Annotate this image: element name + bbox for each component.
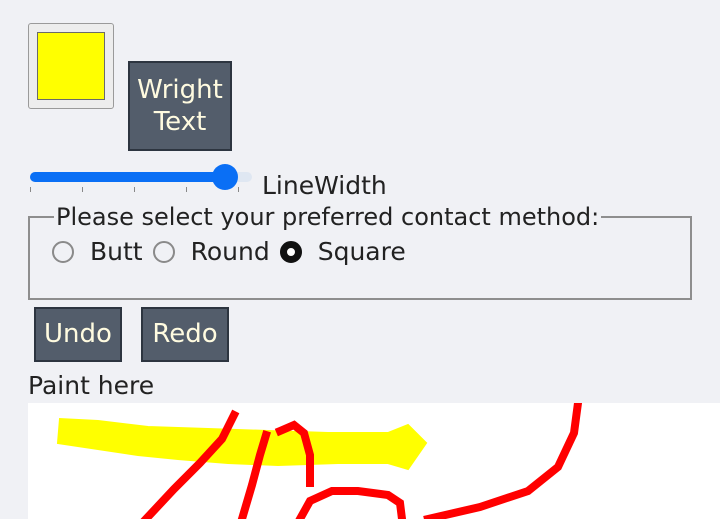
radio-option-round[interactable]: Round bbox=[152, 237, 270, 266]
paint-drawing bbox=[56, 403, 583, 519]
write-text-button[interactable]: Wright Text bbox=[128, 61, 232, 151]
undo-button-label: Undo bbox=[44, 319, 112, 350]
line-width-slider[interactable] bbox=[28, 164, 254, 194]
slider-tick bbox=[82, 187, 83, 192]
paint-canvas[interactable] bbox=[28, 403, 720, 519]
radio-label: Round bbox=[190, 237, 270, 266]
radio-button[interactable] bbox=[152, 240, 175, 263]
radio-option-butt[interactable]: Butt bbox=[52, 237, 143, 266]
redo-button-label: Redo bbox=[152, 319, 218, 350]
radio-label: Square bbox=[317, 237, 406, 266]
slider-tick bbox=[134, 187, 135, 192]
radio-option-square[interactable]: Square bbox=[279, 237, 406, 266]
redo-button[interactable]: Redo bbox=[141, 307, 229, 362]
radio-label: Butt bbox=[90, 237, 143, 266]
radio-group-legend: Please select your preferred contact met… bbox=[56, 203, 600, 231]
red-brush-stroke bbox=[423, 403, 583, 519]
write-text-button-label: Wright Text bbox=[137, 74, 223, 138]
selected-color-swatch bbox=[37, 32, 105, 100]
slider-thumb[interactable] bbox=[212, 164, 239, 190]
yellow-brush-stroke bbox=[56, 417, 428, 471]
red-brush-stroke bbox=[295, 487, 407, 519]
slider-tick bbox=[30, 187, 31, 192]
radio-button[interactable] bbox=[52, 240, 74, 263]
canvas-label: Paint here bbox=[28, 371, 155, 400]
slider-tick bbox=[186, 187, 187, 192]
undo-button[interactable]: Undo bbox=[34, 307, 122, 362]
slider-fill bbox=[30, 172, 226, 182]
line-cap-radio-group: Please select your preferred contact met… bbox=[28, 203, 692, 300]
line-width-label: LineWidth bbox=[262, 171, 387, 200]
color-picker[interactable] bbox=[28, 23, 114, 109]
radio-button[interactable] bbox=[279, 240, 302, 263]
slider-tick bbox=[238, 187, 239, 192]
